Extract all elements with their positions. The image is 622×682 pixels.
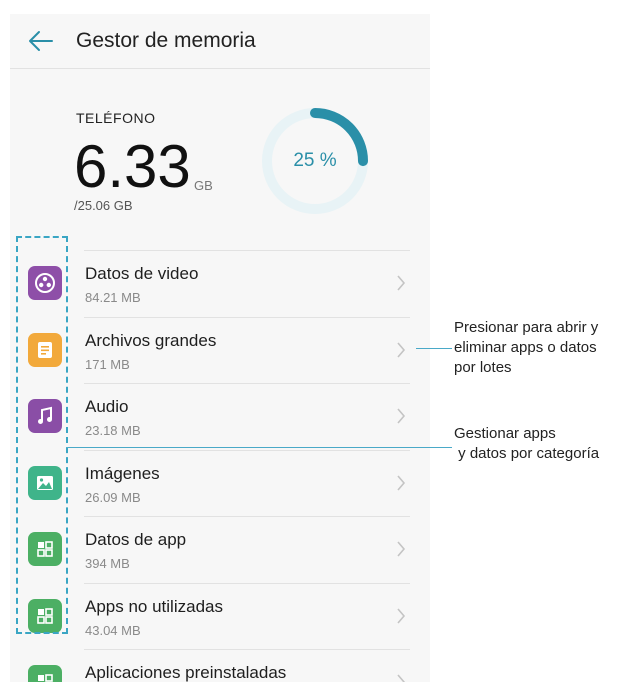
row-divider — [84, 383, 410, 384]
category-row[interactable]: Aplicaciones preinstaladas — [10, 649, 430, 682]
row-divider — [84, 316, 410, 318]
storage-percent: 25 % — [293, 150, 337, 171]
category-size: 26.09 MB — [85, 489, 141, 505]
apps-grid-icon — [28, 665, 62, 682]
callout-category-line: Gestionar apps — [454, 425, 556, 442]
category-name: Datos de app — [85, 530, 187, 549]
category-row[interactable]: Archivos grandes 171 MB — [10, 316, 430, 383]
category-icons-highlight — [16, 236, 68, 634]
callout-open: Presionar para abrir y eliminar apps o d… — [454, 318, 598, 378]
chevron-right-icon — [396, 607, 406, 625]
category-name: Archivos grandes — [85, 330, 217, 350]
callout-category: Gestionar apps y datos por categoría — [454, 424, 599, 464]
callout-line-open — [416, 348, 452, 349]
storage-used-value: 6.33 — [74, 133, 191, 200]
category-row[interactable]: Datos de video 84.21 MB — [10, 250, 430, 316]
chevron-right-icon — [396, 341, 406, 359]
category-size: 394 MB — [85, 556, 130, 571]
callout-open-line: eliminar apps o datos — [454, 339, 597, 356]
app-bar: Gestor de memoria — [10, 14, 430, 69]
callout-open-line: por lotes — [454, 359, 512, 376]
row-divider — [84, 250, 410, 251]
phone-screen: Gestor de memoria TELÉFONO 6.33 GB /25.0… — [10, 14, 430, 682]
category-row[interactable]: Audio 23.18 MB — [10, 383, 430, 449]
row-divider — [84, 449, 410, 451]
callout-line-category — [68, 447, 452, 448]
category-row[interactable]: Imágenes 26.09 MB — [10, 449, 430, 516]
storage-total: /25.06 GB — [74, 198, 133, 213]
chevron-right-icon — [396, 673, 406, 682]
category-name: Apps no utilizadas — [85, 596, 223, 616]
category-name: Audio — [85, 397, 129, 416]
category-size: 43.04 MB — [85, 622, 141, 638]
category-size: 23.18 MB — [85, 423, 141, 438]
chevron-right-icon — [396, 474, 406, 492]
row-divider — [84, 516, 410, 517]
category-row[interactable]: Datos de app 394 MB — [10, 516, 430, 582]
row-divider — [84, 582, 410, 584]
category-row[interactable]: Apps no utilizadas 43.04 MB — [10, 582, 430, 649]
chevron-right-icon — [396, 274, 406, 292]
row-divider — [84, 649, 410, 650]
storage-used-unit: GB — [194, 178, 213, 193]
category-name: Imágenes — [85, 463, 160, 483]
category-size: 84.21 MB — [85, 290, 141, 305]
chevron-right-icon — [396, 407, 406, 425]
chevron-right-icon — [396, 540, 406, 558]
storage-label: TELÉFONO — [76, 110, 156, 126]
category-name: Datos de video — [85, 264, 199, 283]
callout-category-line: y datos por categoría — [454, 445, 600, 462]
category-size: 171 MB — [85, 356, 130, 372]
page-title: Gestor de memoria — [76, 29, 256, 52]
back-arrow-icon[interactable] — [28, 29, 54, 53]
category-name: Aplicaciones preinstaladas — [85, 663, 287, 682]
callout-open-line: Presionar para abrir y — [454, 319, 599, 336]
